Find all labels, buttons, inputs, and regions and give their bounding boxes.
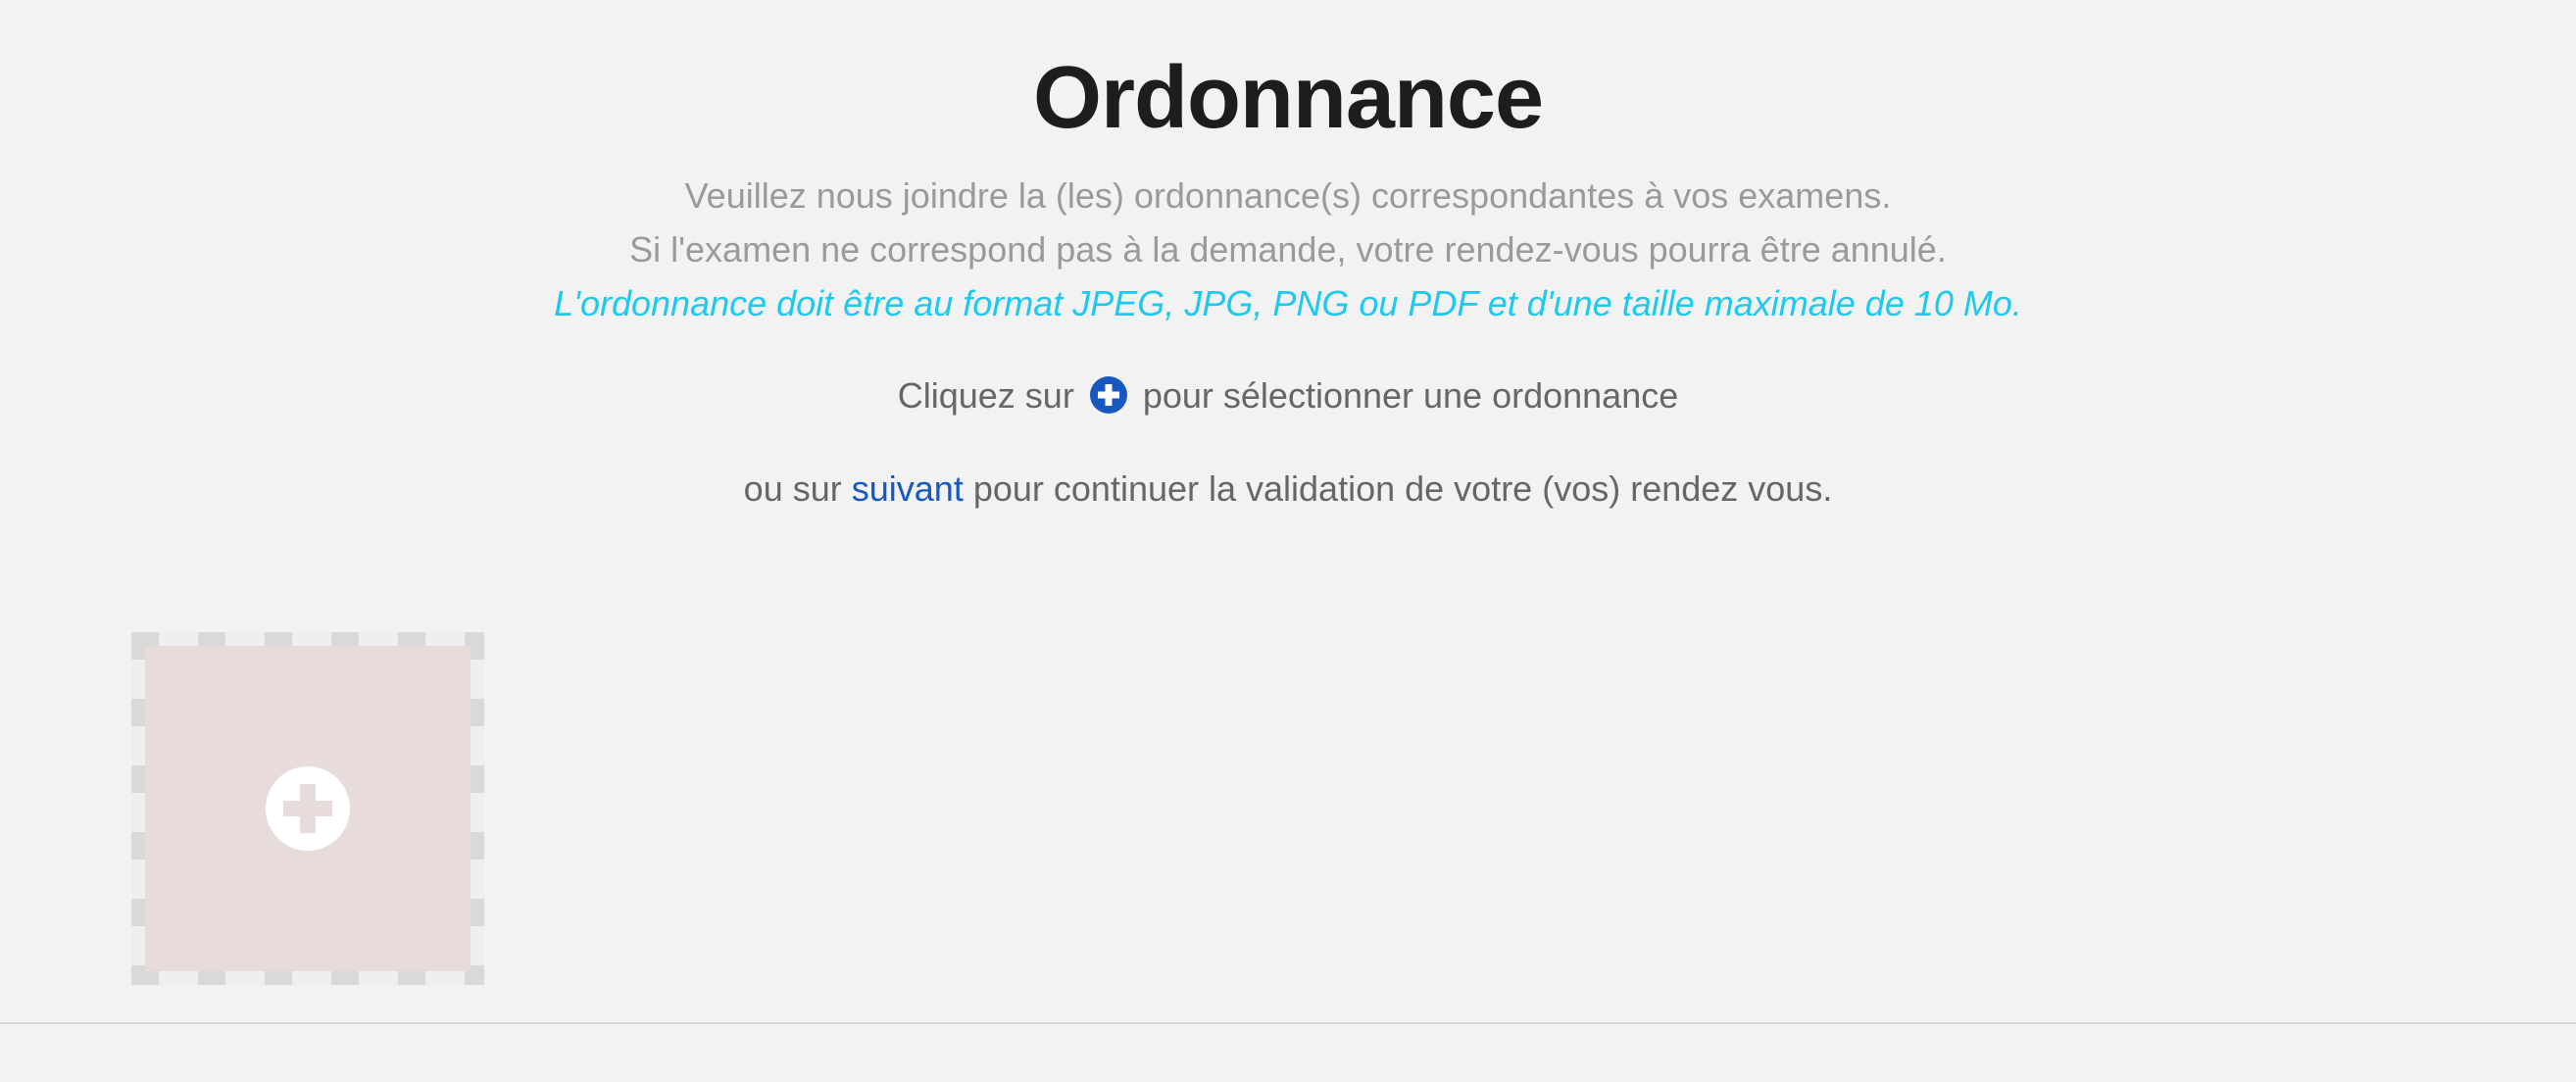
select-instruction-prefix: Cliquez sur bbox=[897, 375, 1074, 416]
upload-placeholder bbox=[145, 646, 471, 971]
select-instruction: Cliquez sur pour sélectionner une ordonn… bbox=[0, 374, 2576, 418]
prescription-upload-dropzone[interactable] bbox=[131, 632, 484, 985]
next-instruction-suffix: pour continuer la validation de votre (v… bbox=[972, 468, 1833, 509]
format-note: L'ordonnance doit être au format JPEG, J… bbox=[554, 283, 2022, 323]
add-prescription-plus-icon[interactable] bbox=[266, 766, 350, 851]
page-title: Ordonnance bbox=[1032, 49, 1544, 147]
select-instruction-suffix: pour sélectionner une ordonnance bbox=[1142, 375, 1679, 416]
next-instruction-prefix: ou sur bbox=[743, 468, 842, 509]
plus-circle-icon bbox=[1089, 376, 1127, 414]
next-link[interactable]: suivant bbox=[852, 468, 964, 509]
intro-line-1: Veuillez nous joindre la (les) ordonnanc… bbox=[684, 175, 1892, 216]
next-instruction: ou sur suivant pour continuer la validat… bbox=[0, 467, 2576, 511]
intro-line-2: Si l'examen ne correspond pas à la deman… bbox=[629, 229, 1947, 270]
footer-divider bbox=[0, 1022, 2576, 1024]
